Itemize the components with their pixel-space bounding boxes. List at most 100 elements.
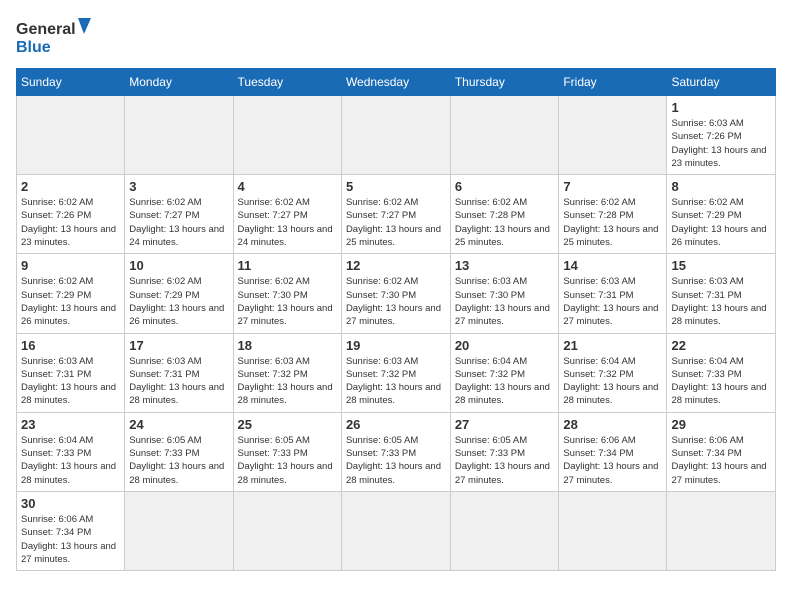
day-number: 26 — [346, 417, 446, 432]
day-number: 9 — [21, 258, 120, 273]
calendar-day-cell: 5 Sunrise: 6:02 AMSunset: 7:27 PMDaylight… — [341, 175, 450, 254]
day-number: 11 — [238, 258, 337, 273]
day-number: 14 — [563, 258, 662, 273]
calendar-day-cell — [450, 96, 559, 175]
calendar-day-cell: 27 Sunrise: 6:05 AMSunset: 7:33 PMDayligh… — [450, 412, 559, 491]
calendar-day-cell — [341, 96, 450, 175]
calendar-day-cell: 9 Sunrise: 6:02 AMSunset: 7:29 PMDaylight… — [17, 254, 125, 333]
day-info: Sunrise: 6:02 AMSunset: 7:30 PMDaylight:… — [346, 275, 446, 328]
day-info: Sunrise: 6:05 AMSunset: 7:33 PMDaylight:… — [455, 434, 555, 487]
day-info: Sunrise: 6:02 AMSunset: 7:30 PMDaylight:… — [238, 275, 337, 328]
day-number: 28 — [563, 417, 662, 432]
calendar-day-cell: 2Sunrise: 6:02 AMSunset: 7:26 PMDaylight… — [17, 175, 125, 254]
weekday-header: Wednesday — [341, 69, 450, 96]
day-info: Sunrise: 6:02 AMSunset: 7:27 PMDaylight:… — [346, 196, 446, 249]
day-info: Sunrise: 6:02 AMSunset: 7:27 PMDaylight:… — [238, 196, 337, 249]
day-number: 24 — [129, 417, 228, 432]
day-info: Sunrise: 6:02 AMSunset: 7:29 PMDaylight:… — [21, 275, 120, 328]
day-info: Sunrise: 6:03 AMSunset: 7:26 PMDaylight:… — [671, 117, 771, 170]
day-number: 27 — [455, 417, 555, 432]
day-info: Sunrise: 6:02 AMSunset: 7:27 PMDaylight:… — [129, 196, 228, 249]
day-number: 25 — [238, 417, 337, 432]
day-number: 10 — [129, 258, 228, 273]
calendar-day-cell — [341, 491, 450, 570]
day-info: Sunrise: 6:03 AMSunset: 7:30 PMDaylight:… — [455, 275, 555, 328]
calendar-day-cell: 25 Sunrise: 6:05 AMSunset: 7:33 PMDayligh… — [233, 412, 341, 491]
day-info: Sunrise: 6:05 AMSunset: 7:33 PMDaylight:… — [346, 434, 446, 487]
day-number: 15 — [671, 258, 771, 273]
day-info: Sunrise: 6:02 AMSunset: 7:26 PMDaylight:… — [21, 196, 120, 249]
calendar-day-cell — [233, 96, 341, 175]
day-info: Sunrise: 6:05 AMSunset: 7:33 PMDaylight:… — [238, 434, 337, 487]
day-info: Sunrise: 6:05 AMSunset: 7:33 PMDaylight:… — [129, 434, 228, 487]
calendar-day-cell — [17, 96, 125, 175]
day-info: Sunrise: 6:04 AMSunset: 7:32 PMDaylight:… — [455, 355, 555, 408]
day-info: Sunrise: 6:04 AMSunset: 7:33 PMDaylight:… — [21, 434, 120, 487]
weekday-header: Monday — [125, 69, 233, 96]
calendar-day-cell: 24 Sunrise: 6:05 AMSunset: 7:33 PMDayligh… — [125, 412, 233, 491]
day-info: Sunrise: 6:03 AMSunset: 7:31 PMDaylight:… — [563, 275, 662, 328]
weekday-header-row: SundayMondayTuesdayWednesdayThursdayFrid… — [17, 69, 776, 96]
calendar-day-cell: 8Sunrise: 6:02 AMSunset: 7:29 PMDaylight… — [667, 175, 776, 254]
calendar-table: SundayMondayTuesdayWednesdayThursdayFrid… — [16, 68, 776, 571]
calendar-week-row: 9 Sunrise: 6:02 AMSunset: 7:29 PMDaylight… — [17, 254, 776, 333]
weekday-header: Thursday — [450, 69, 559, 96]
calendar-day-cell: 16 Sunrise: 6:03 AMSunset: 7:31 PMDayligh… — [17, 333, 125, 412]
logo-icon: GeneralBlue — [16, 16, 96, 56]
calendar-day-cell — [125, 96, 233, 175]
calendar-day-cell: 23 Sunrise: 6:04 AMSunset: 7:33 PMDayligh… — [17, 412, 125, 491]
day-number: 4 — [238, 179, 337, 194]
day-number: 23 — [21, 417, 120, 432]
day-number: 30 — [21, 496, 120, 511]
weekday-header: Tuesday — [233, 69, 341, 96]
calendar-day-cell: 3Sunrise: 6:02 AMSunset: 7:27 PMDaylight… — [125, 175, 233, 254]
calendar-day-cell: 6 Sunrise: 6:02 AMSunset: 7:28 PMDaylight… — [450, 175, 559, 254]
day-info: Sunrise: 6:02 AMSunset: 7:29 PMDaylight:… — [129, 275, 228, 328]
calendar-day-cell: 7 Sunrise: 6:02 AMSunset: 7:28 PMDaylight… — [559, 175, 667, 254]
calendar-day-cell: 10 Sunrise: 6:02 AMSunset: 7:29 PMDayligh… — [125, 254, 233, 333]
calendar-week-row: 2Sunrise: 6:02 AMSunset: 7:26 PMDaylight… — [17, 175, 776, 254]
day-number: 7 — [563, 179, 662, 194]
calendar-day-cell: 11 Sunrise: 6:02 AMSunset: 7:30 PMDayligh… — [233, 254, 341, 333]
calendar-day-cell: 14 Sunrise: 6:03 AMSunset: 7:31 PMDayligh… — [559, 254, 667, 333]
calendar-day-cell: 20 Sunrise: 6:04 AMSunset: 7:32 PMDayligh… — [450, 333, 559, 412]
day-info: Sunrise: 6:03 AMSunset: 7:31 PMDaylight:… — [671, 275, 771, 328]
calendar-day-cell — [559, 491, 667, 570]
calendar-day-cell: 15 Sunrise: 6:03 AMSunset: 7:31 PMDayligh… — [667, 254, 776, 333]
day-number: 6 — [455, 179, 555, 194]
calendar-day-cell: 17Sunrise: 6:03 AMSunset: 7:31 PMDayligh… — [125, 333, 233, 412]
day-info: Sunrise: 6:03 AMSunset: 7:32 PMDaylight:… — [346, 355, 446, 408]
logo: GeneralBlue — [16, 16, 96, 56]
calendar-day-cell — [667, 491, 776, 570]
calendar-day-cell: 13 Sunrise: 6:03 AMSunset: 7:30 PMDayligh… — [450, 254, 559, 333]
calendar-day-cell: 4 Sunrise: 6:02 AMSunset: 7:27 PMDaylight… — [233, 175, 341, 254]
day-info: Sunrise: 6:03 AMSunset: 7:31 PMDaylight:… — [21, 355, 120, 408]
day-number: 16 — [21, 338, 120, 353]
calendar-day-cell: 30 Sunrise: 6:06 AMSunset: 7:34 PMDayligh… — [17, 491, 125, 570]
calendar-week-row: 23 Sunrise: 6:04 AMSunset: 7:33 PMDayligh… — [17, 412, 776, 491]
weekday-header: Sunday — [17, 69, 125, 96]
day-info: Sunrise: 6:02 AMSunset: 7:28 PMDaylight:… — [563, 196, 662, 249]
calendar-day-cell: 1 Sunrise: 6:03 AMSunset: 7:26 PMDaylight… — [667, 96, 776, 175]
calendar-week-row: 1 Sunrise: 6:03 AMSunset: 7:26 PMDaylight… — [17, 96, 776, 175]
calendar-day-cell: 29Sunrise: 6:06 AMSunset: 7:34 PMDayligh… — [667, 412, 776, 491]
day-number: 17 — [129, 338, 228, 353]
day-info: Sunrise: 6:02 AMSunset: 7:28 PMDaylight:… — [455, 196, 555, 249]
day-info: Sunrise: 6:06 AMSunset: 7:34 PMDaylight:… — [21, 513, 120, 566]
day-number: 8 — [671, 179, 771, 194]
day-number: 20 — [455, 338, 555, 353]
calendar-day-cell — [233, 491, 341, 570]
calendar-week-row: 30 Sunrise: 6:06 AMSunset: 7:34 PMDayligh… — [17, 491, 776, 570]
svg-text:General: General — [16, 21, 76, 38]
weekday-header: Friday — [559, 69, 667, 96]
calendar-day-cell: 28Sunrise: 6:06 AMSunset: 7:34 PMDayligh… — [559, 412, 667, 491]
day-info: Sunrise: 6:04 AMSunset: 7:33 PMDaylight:… — [671, 355, 771, 408]
day-number: 12 — [346, 258, 446, 273]
day-number: 29 — [671, 417, 771, 432]
calendar-day-cell — [125, 491, 233, 570]
day-number: 13 — [455, 258, 555, 273]
day-number: 18 — [238, 338, 337, 353]
day-number: 5 — [346, 179, 446, 194]
calendar-day-cell: 26 Sunrise: 6:05 AMSunset: 7:33 PMDayligh… — [341, 412, 450, 491]
day-number: 1 — [671, 100, 771, 115]
